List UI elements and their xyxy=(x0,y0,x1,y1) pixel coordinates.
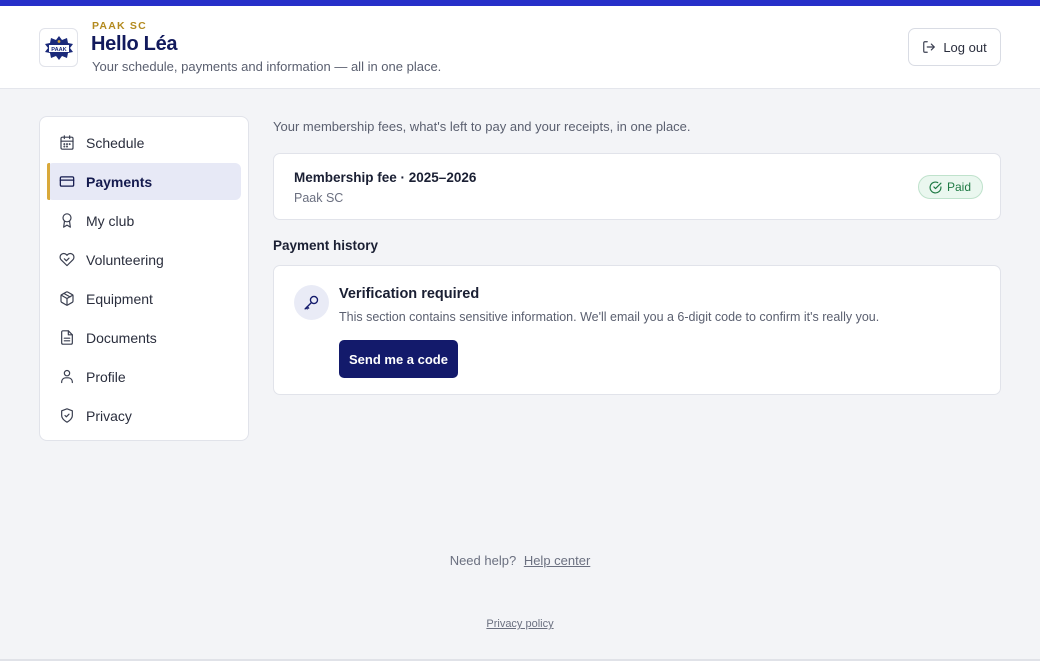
sidebar-item-label: Privacy xyxy=(86,407,132,424)
verification-card: Verification required This section conta… xyxy=(273,265,1001,395)
page-subtitle: Your schedule, payments and information … xyxy=(92,59,442,74)
privacy-policy-link[interactable]: Privacy policy xyxy=(486,618,553,630)
help-line: Need help? Help center xyxy=(0,553,1040,568)
logout-label: Log out xyxy=(943,39,987,55)
section-intro: Your membership fees, what's left to pay… xyxy=(273,119,691,134)
payment-history-heading: Payment history xyxy=(273,238,379,253)
fee-club-name: Paak SC xyxy=(294,191,344,205)
sidebar-item-profile[interactable]: Profile xyxy=(47,358,241,395)
club-crest-icon: PAAK xyxy=(44,35,73,60)
document-icon xyxy=(59,330,75,346)
page-title: Hello Léa xyxy=(91,33,178,55)
help-center-link[interactable]: Help center xyxy=(524,553,590,568)
sidebar-item-label: Volunteering xyxy=(86,251,164,268)
sidebar-item-payments[interactable]: Payments xyxy=(47,163,241,200)
status-badge: Paid xyxy=(918,175,984,199)
credit-card-icon xyxy=(59,174,75,190)
help-prefix: Need help? xyxy=(449,553,517,568)
verification-title: Verification required xyxy=(339,286,480,302)
sidebar-item-label: Documents xyxy=(86,329,157,346)
verification-text: This section contains sensitive informat… xyxy=(339,310,880,324)
package-box-icon xyxy=(59,291,75,307)
sidebar-item-label: Equipment xyxy=(86,290,153,307)
key-icon-badge xyxy=(294,285,329,320)
sidebar-item-documents[interactable]: Documents xyxy=(47,319,241,356)
sidebar-item-label: My club xyxy=(86,212,135,229)
sidebar-item-volunteering[interactable]: Volunteering xyxy=(47,241,241,278)
sidebar-item-privacy[interactable]: Privacy xyxy=(47,397,241,434)
sidebar-item-schedule[interactable]: Schedule xyxy=(47,124,241,161)
calendar-icon xyxy=(59,135,75,151)
club-logo: PAAK xyxy=(39,28,78,67)
club-name: PAAK SC xyxy=(92,20,147,32)
page-header: PAAK PAAK SC Hello Léa Your schedule, pa… xyxy=(0,6,1040,89)
sidebar-item-equipment[interactable]: Equipment xyxy=(47,280,241,317)
sidebar-item-label: Payments xyxy=(86,173,153,190)
sidebar-item-my-club[interactable]: My club xyxy=(47,202,241,239)
send-code-button[interactable]: Send me a code xyxy=(339,340,458,378)
fee-title: Membership fee · 2025–2026 xyxy=(294,170,477,185)
check-circle-icon xyxy=(929,181,942,193)
key-icon xyxy=(304,295,319,310)
award-ribbon-icon xyxy=(59,213,75,229)
sidebar-nav: Schedule Payments My club Volunteering E… xyxy=(39,116,249,441)
membership-fee-card: Membership fee · 2025–2026 Paak SC Paid xyxy=(273,153,1001,220)
sidebar-item-label: Schedule xyxy=(86,134,145,151)
user-icon xyxy=(59,369,75,385)
logout-icon xyxy=(923,41,936,53)
sidebar-item-label: Profile xyxy=(86,368,126,385)
shield-check-icon xyxy=(59,408,75,424)
privacy-footer: Privacy policy xyxy=(0,618,1040,630)
svg-text:PAAK: PAAK xyxy=(51,46,66,52)
heart-hand-icon xyxy=(59,252,75,268)
status-badge-label: Paid xyxy=(947,180,972,194)
logout-button[interactable]: Log out xyxy=(908,28,1001,66)
